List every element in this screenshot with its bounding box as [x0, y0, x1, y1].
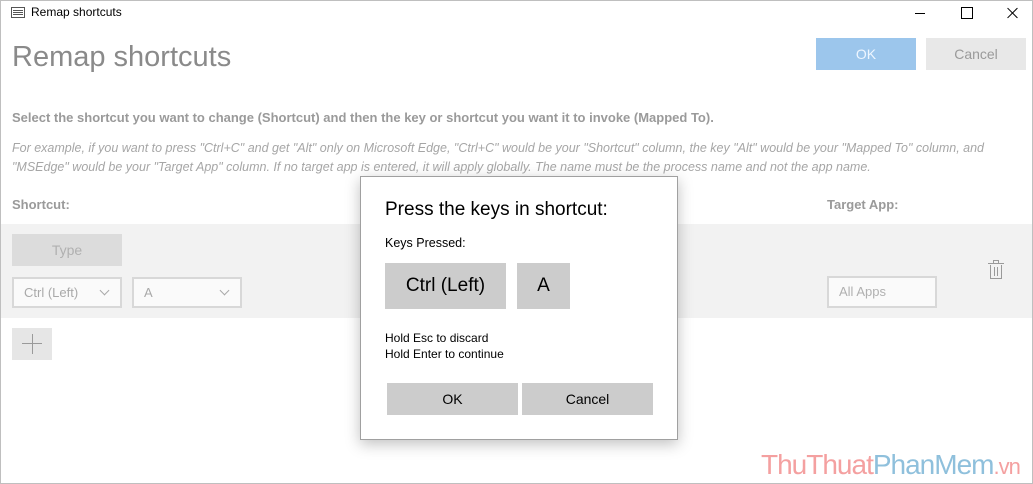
key-dropdown[interactable]: A — [132, 277, 242, 308]
instruction-text: Select the shortcut you want to change (… — [12, 110, 714, 125]
window-title: Remap shortcuts — [31, 5, 122, 19]
keys-pressed-label: Keys Pressed: — [385, 236, 466, 250]
dialog-title: Press the keys in shortcut: — [385, 199, 608, 220]
title-bar: Remap shortcuts — [1, 1, 1032, 25]
example-text: For example, if you want to press "Ctrl+… — [12, 141, 984, 174]
dialog-cancel-button[interactable]: Cancel — [522, 383, 653, 415]
press-keys-dialog: Press the keys in shortcut: Keys Pressed… — [360, 176, 678, 440]
trash-icon[interactable] — [988, 260, 1004, 280]
modifier-dropdown-value: Ctrl (Left) — [24, 285, 79, 300]
key-dropdown-value: A — [144, 285, 153, 300]
add-shortcut-button[interactable] — [12, 328, 52, 360]
page-title: Remap shortcuts — [12, 41, 232, 73]
target-app-input[interactable]: All Apps — [827, 276, 937, 308]
maximize-button[interactable] — [943, 1, 989, 25]
minimize-button[interactable] — [897, 1, 943, 25]
ok-button[interactable]: OK — [816, 38, 916, 70]
discard-hint: Hold Esc to discard — [385, 331, 489, 345]
chevron-down-icon — [219, 285, 230, 296]
pressed-key: A — [517, 263, 570, 309]
chevron-down-icon — [99, 285, 110, 296]
dialog-ok-button[interactable]: OK — [387, 383, 518, 415]
shortcut-column-header: Shortcut: — [12, 197, 70, 212]
target-app-column-header: Target App: — [827, 197, 899, 212]
type-button[interactable]: Type — [12, 234, 122, 266]
continue-hint: Hold Enter to continue — [385, 347, 504, 361]
close-button[interactable] — [989, 1, 1033, 25]
pressed-key: Ctrl (Left) — [385, 263, 506, 309]
modifier-dropdown[interactable]: Ctrl (Left) — [12, 277, 122, 308]
watermark-logo: ThuThuatPhanMem.vn — [761, 449, 1021, 480]
cancel-button[interactable]: Cancel — [926, 38, 1026, 70]
remap-shortcuts-window: Remap shortcuts Remap shortcuts OK Cance… — [0, 0, 1033, 484]
keyboard-icon — [11, 7, 25, 18]
